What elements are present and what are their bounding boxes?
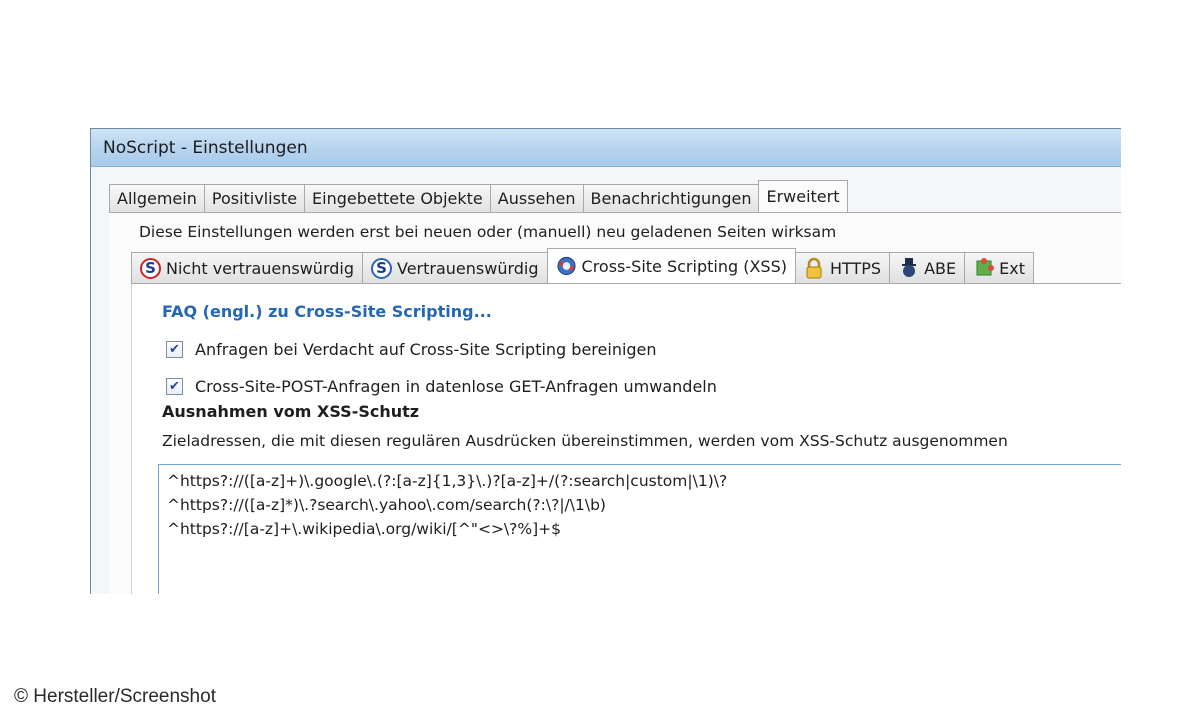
sub-tab-bar: S Nicht vertrauenswürdig S Vertrauenswür…	[131, 248, 1034, 283]
reload-notice: Diese Einstellungen werden erst bei neue…	[139, 223, 837, 241]
subtab-https[interactable]: HTTPS	[794, 252, 891, 283]
tab-erweitert[interactable]: Erweitert	[758, 180, 848, 212]
title-bar[interactable]: NoScript - Einstellungen	[91, 129, 1121, 167]
subtab-label: Nicht vertrauenswürdig	[166, 258, 354, 278]
advanced-panel: Diese Einstellungen werden erst bei neue…	[109, 212, 1121, 594]
tab-benachrichtigungen[interactable]: Benachrichtigungen	[582, 184, 760, 212]
settings-window: NoScript - Einstellungen Allgemein Posit…	[90, 128, 1121, 594]
s-red-icon: S	[140, 257, 161, 279]
tab-positivliste[interactable]: Positivliste	[203, 184, 306, 212]
xss-shield-icon	[556, 256, 577, 277]
post-to-get-label: Cross-Site-POST-Anfragen in datenlose GE…	[195, 377, 717, 396]
subtab-label: Vertrauenswürdig	[397, 258, 539, 278]
subtab-xss[interactable]: Cross-Site Scripting (XSS)	[546, 248, 796, 283]
subtab-abe[interactable]: ABE	[889, 252, 966, 283]
puzzle-icon	[973, 258, 994, 279]
s-blue-icon: S	[371, 257, 392, 279]
subtab-label: ABE	[924, 258, 957, 278]
tab-aussehen[interactable]: Aussehen	[489, 184, 584, 212]
exception-line: ^https?://[a-z]+\.wikipedia\.org/wiki/[^…	[167, 520, 562, 538]
exception-line: ^https?://([a-z]*)\.?search\.yahoo\.com/…	[167, 496, 606, 514]
post-to-get-option[interactable]: ✔ Cross-Site-POST-Anfragen in datenlose …	[166, 377, 717, 396]
lock-icon	[804, 257, 825, 279]
subtab-untrusted[interactable]: S Nicht vertrauenswürdig	[131, 252, 363, 283]
sanitize-checkbox[interactable]: ✔	[166, 341, 183, 358]
faq-link[interactable]: FAQ (engl.) zu Cross-Site Scripting...	[162, 302, 492, 321]
subtab-label: HTTPS	[829, 258, 882, 278]
main-tab-bar: Allgemein Positivliste Eingebettete Obje…	[109, 180, 848, 212]
tab-allgemein[interactable]: Allgemein	[109, 184, 205, 212]
sanitize-option[interactable]: ✔ Anfragen bei Verdacht auf Cross-Site S…	[166, 340, 657, 359]
xss-panel: FAQ (engl.) zu Cross-Site Scripting... ✔…	[131, 283, 1121, 594]
exceptions-textarea[interactable]: ^https?://([a-z]+)\.google\.(?:[a-z]{1,3…	[158, 464, 1121, 594]
subtab-label: Ext	[999, 258, 1025, 278]
exception-line: ^https?://([a-z]+)\.google\.(?:[a-z]{1,3…	[167, 472, 728, 490]
subtab-ext[interactable]: Ext	[964, 252, 1034, 283]
exceptions-heading: Ausnahmen vom XSS-Schutz	[162, 402, 420, 421]
post-to-get-checkbox[interactable]: ✔	[166, 378, 183, 395]
sanitize-label: Anfragen bei Verdacht auf Cross-Site Scr…	[195, 340, 657, 359]
tab-eingebettete-objekte[interactable]: Eingebettete Objekte	[304, 184, 491, 212]
image-credit: © Hersteller/Screenshot	[14, 686, 216, 707]
abe-icon	[898, 258, 919, 279]
subtab-label: Cross-Site Scripting (XSS)	[581, 256, 787, 276]
exceptions-description: Zieladressen, die mit diesen regulären A…	[162, 432, 1008, 450]
window-title: NoScript - Einstellungen	[103, 138, 308, 158]
subtab-trusted[interactable]: S Vertrauenswürdig	[362, 252, 548, 283]
